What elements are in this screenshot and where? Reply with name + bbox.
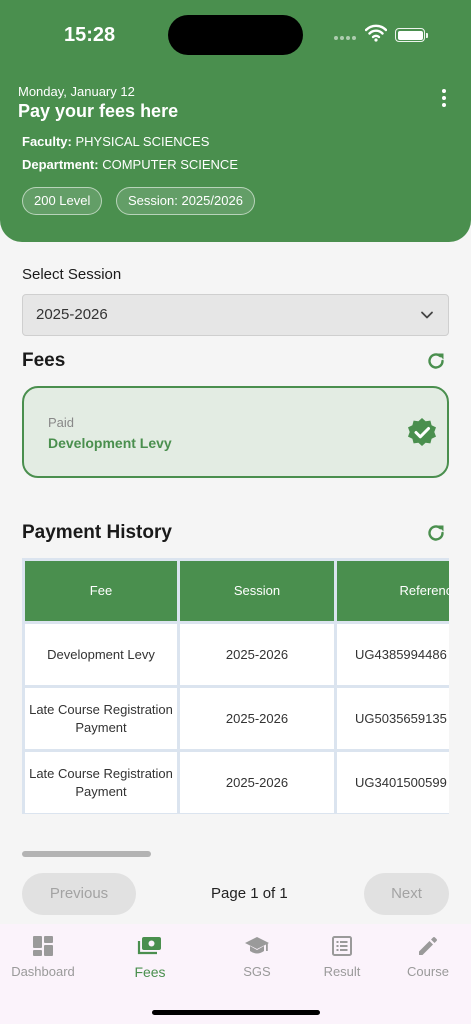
fees-heading: Fees (22, 350, 66, 371)
header-banner: 15:28 Monday, January 12 Pay your fees h… (0, 0, 471, 242)
payment-history-grid: Fee Session Reference Development Levy 2… (22, 558, 449, 814)
nav-label-dashboard: Dashboard (11, 964, 75, 979)
column-header-session: Session (180, 561, 334, 621)
nav-label-course: Course (407, 964, 449, 979)
column-header-fee: Fee (25, 561, 177, 621)
payment-history-table[interactable]: Fee Session Reference Development Levy 2… (22, 558, 449, 816)
nav-item-dashboard[interactable]: Dashboard (5, 924, 81, 988)
table-cell-fee: Late Course Registration Payment (25, 688, 177, 749)
department-info: Department: COMPUTER SCIENCE (22, 157, 238, 172)
table-cell-fee: Development Levy (25, 624, 177, 685)
faculty-value: PHYSICAL SCIENCES (75, 134, 210, 149)
table-cell-fee: Late Course Registration Payment (25, 752, 177, 813)
department-value: COMPUTER SCIENCE (102, 157, 238, 172)
fee-status: Paid (48, 415, 75, 430)
table-cell-session: 2025-2026 (180, 624, 334, 685)
page-indicator: Page 1 of 1 (211, 885, 288, 902)
chevron-down-icon (421, 311, 433, 319)
verified-badge-icon (408, 418, 436, 446)
payment-history-heading: Payment History (22, 522, 172, 543)
faculty-label: Faculty: (22, 134, 72, 149)
table-cell-session: 2025-2026 (180, 688, 334, 749)
payments-icon (137, 937, 161, 955)
fee-card[interactable]: Paid Development Levy (22, 386, 449, 478)
more-options-icon[interactable] (436, 88, 452, 108)
refresh-fees-icon[interactable] (425, 350, 447, 372)
department-label: Department: (22, 157, 99, 172)
nav-label-fees: Fees (134, 964, 166, 980)
wifi-icon (365, 24, 387, 42)
status-time: 15:28 (64, 24, 116, 46)
faculty-info: Faculty: PHYSICAL SCIENCES (22, 134, 209, 149)
previous-page-button[interactable]: Previous (22, 873, 136, 915)
dynamic-island (168, 15, 303, 55)
dashboard-icon (33, 936, 53, 956)
level-badge: 200 Level (22, 187, 103, 215)
table-cell-reference: UG3401500599 (337, 752, 449, 813)
nav-item-fees[interactable]: Fees (117, 924, 183, 988)
fee-name: Development Levy (48, 435, 172, 451)
nav-label-result: Result (323, 964, 361, 979)
session-badge: Session: 2025/2026 (116, 187, 255, 215)
table-cell-reference: UG5035659135 (337, 688, 449, 749)
nav-item-course[interactable]: Course (398, 924, 458, 988)
session-dropdown[interactable]: 2025-2026 (22, 294, 449, 336)
next-page-button[interactable]: Next (364, 873, 449, 915)
table-cell-session: 2025-2026 (180, 752, 334, 813)
header-date: Monday, January 12 (18, 84, 135, 99)
home-indicator (152, 1010, 320, 1015)
nav-item-result[interactable]: Result (312, 924, 372, 988)
nav-label-sgs: SGS (243, 964, 271, 979)
page-title: Pay your fees here (18, 101, 179, 121)
horizontal-scrollbar[interactable] (22, 851, 151, 857)
refresh-history-icon[interactable] (425, 522, 447, 544)
table-cell-reference: UG4385994486 (337, 624, 449, 685)
battery-icon (395, 28, 428, 42)
nav-item-sgs[interactable]: SGS (227, 924, 287, 988)
result-icon (332, 936, 352, 956)
edit-icon (419, 937, 437, 955)
bottom-navigation: Dashboard Fees SGS Result Course (0, 924, 471, 1024)
cellular-signal-icon (334, 36, 356, 40)
column-header-reference: Reference (337, 561, 449, 621)
session-dropdown-value: 2025-2026 (36, 306, 108, 323)
school-icon (245, 937, 269, 954)
select-session-label: Select Session (22, 266, 122, 283)
